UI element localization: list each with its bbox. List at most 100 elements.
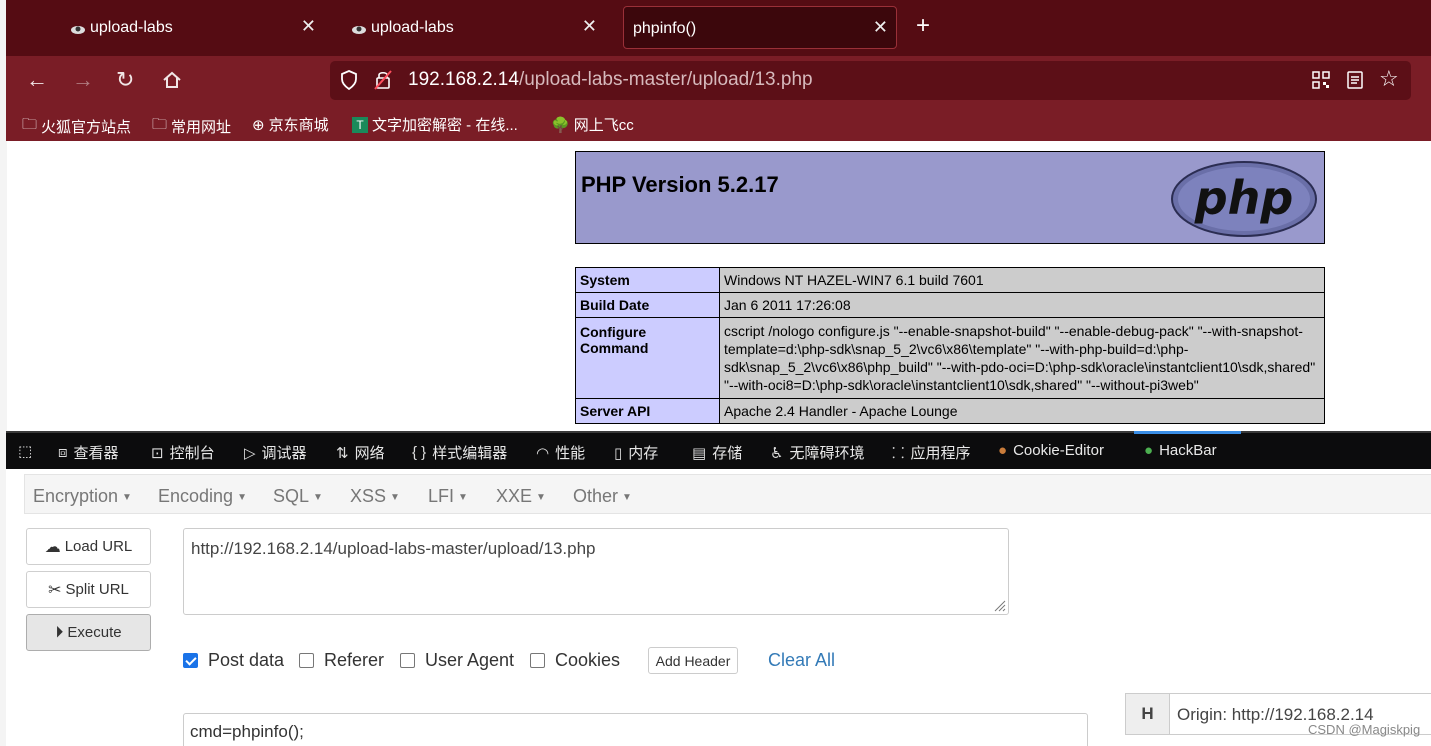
tab-phpinfo[interactable]: phpinfo() ✕ [623, 6, 897, 49]
table-key: Server API [575, 398, 720, 424]
caret-down-icon: ▼ [622, 491, 632, 503]
php-logo-text: php [1194, 171, 1294, 225]
url-bar[interactable]: 192.168.2.14/upload-labs-master/upload/1… [330, 61, 1411, 100]
braces-icon: { } [412, 444, 427, 461]
tab-label: 应用程序 [910, 445, 971, 462]
devtools-tab-application[interactable]: ⸬ 应用程序 [892, 442, 970, 463]
menu-label: Encryption [33, 486, 119, 506]
folder-icon: 🗀 [22, 116, 38, 133]
devtools-tab-memory[interactable]: ▯ 内存 [614, 442, 658, 463]
menu-encryption[interactable]: Encryption ▼ [33, 486, 132, 507]
devtools-tab-storage[interactable]: ▤ 存储 [692, 442, 742, 463]
reader-view-icon[interactable] [1347, 71, 1363, 89]
bookmark-text-encrypt[interactable]: T 文字加密解密 - 在线... [352, 114, 518, 135]
table-row: Server API Apache 2.4 Handler - Apache Lo… [575, 398, 1325, 424]
table-value: cscript /nologo configure.js "--enable-s… [719, 317, 1325, 399]
shield-icon[interactable] [340, 70, 358, 90]
scissors-icon: ✂ [48, 581, 62, 599]
url-path: /upload-labs-master/upload/13.php [518, 69, 813, 90]
debugger-icon: ▷ [244, 444, 256, 462]
tab-label: 无障碍环境 [789, 445, 865, 462]
split-url-button[interactable]: ✂ Split URL [26, 571, 151, 608]
tab-label: 控制台 [169, 445, 215, 462]
caret-down-icon: ▼ [458, 491, 468, 503]
tab-upload-labs-1[interactable]: upload-labs ✕ [62, 6, 324, 49]
bookmark-star-icon[interactable]: ☆ [1379, 66, 1399, 92]
checkbox-icon[interactable] [400, 653, 415, 668]
bookmark-firefox-official[interactable]: 🗀 火狐官方站点 [22, 114, 131, 139]
bookmark-common-sites[interactable]: 🗀 常用网址 [152, 114, 231, 139]
table-key: System [575, 267, 720, 293]
header-type-label: H [1125, 693, 1170, 735]
load-url-button[interactable]: ☁ Load URL [26, 528, 151, 565]
home-icon[interactable] [162, 70, 182, 90]
url-textarea[interactable]: http://192.168.2.14/upload-labs-master/u… [183, 528, 1009, 615]
menu-xxe[interactable]: XXE ▼ [496, 486, 546, 507]
post-data-textarea[interactable]: cmd=phpinfo(); [183, 713, 1088, 746]
checkbox-checked-icon[interactable] [183, 653, 198, 668]
gauge-icon: ◠ [536, 444, 550, 462]
table-value: Jan 6 2011 17:26:08 [719, 292, 1325, 318]
tab-label: 网络 [354, 445, 385, 462]
element-picker-icon[interactable]: ⬚ [18, 442, 32, 460]
devtools-tab-style-editor[interactable]: { } 样式编辑器 [412, 442, 507, 463]
devtools-tab-hackbar[interactable]: ● HackBar [1144, 442, 1217, 459]
reload-icon[interactable]: ↻ [116, 68, 134, 92]
bookmark-jd[interactable]: ⊕ 京东商城 [252, 114, 329, 135]
tab-close-icon[interactable]: ✕ [873, 17, 888, 38]
tab-label: 样式编辑器 [432, 445, 508, 462]
table-key: Build Date [575, 292, 720, 318]
menu-label: LFI [428, 486, 455, 506]
menu-encoding[interactable]: Encoding ▼ [158, 486, 247, 507]
qr-code-icon[interactable] [1312, 71, 1330, 89]
hackbar-icon: ● [1144, 442, 1154, 459]
menu-label: XXE [496, 486, 533, 506]
tab-favicon-icon [352, 26, 366, 34]
resize-handle-icon[interactable] [992, 598, 1006, 612]
clear-all-link[interactable]: Clear All [768, 650, 835, 671]
forward-arrow-icon[interactable]: → [72, 68, 94, 92]
watermark-text: CSDN @Magiskpig [1308, 722, 1421, 737]
globe-icon: ⊕ [252, 116, 265, 134]
menu-xss[interactable]: XSS ▼ [350, 486, 400, 507]
new-tab-plus-icon[interactable]: + [916, 12, 930, 40]
menu-lfi[interactable]: LFI ▼ [428, 486, 468, 507]
devtools-tab-inspector[interactable]: ⧈ 查看器 [58, 442, 119, 463]
back-arrow-icon[interactable]: ← [26, 68, 48, 92]
add-header-button[interactable]: Add Header [648, 647, 738, 674]
php-version-title: PHP Version 5.2.17 [581, 172, 779, 197]
checkbox-label: Post data [208, 650, 285, 670]
devtools-tab-cookie-editor[interactable]: ● Cookie-Editor [998, 442, 1104, 459]
post-data-checkbox[interactable]: Post data [183, 650, 284, 671]
bookmarks-bar: 🗀 火狐官方站点 🗀 常用网址 ⊕ 京东商城 T 文字加密解密 - 在线... 🌳 网上飞… [6, 106, 1431, 141]
checkbox-label: Referer [324, 650, 385, 670]
php-info-table: System Windows NT HAZEL-WIN7 6.1 build 76… [575, 267, 1325, 424]
devtools-tab-performance[interactable]: ◠ 性能 [536, 442, 585, 463]
bookmark-label: 网上飞cc [573, 117, 634, 134]
devtools-tab-debugger[interactable]: ▷ 调试器 [244, 442, 307, 463]
tab-upload-labs-2[interactable]: upload-labs ✕ [343, 6, 605, 49]
devtools-tab-console[interactable]: ⊡ 控制台 [151, 442, 215, 463]
checkbox-icon[interactable] [299, 653, 314, 668]
menu-other[interactable]: Other ▼ [573, 486, 632, 507]
memory-chip-icon: ▯ [614, 444, 623, 462]
tab-close-icon[interactable]: ✕ [582, 16, 597, 37]
table-row: System Windows NT HAZEL-WIN7 6.1 build 76… [575, 267, 1325, 293]
caret-down-icon: ▼ [390, 491, 400, 503]
cookies-checkbox[interactable]: Cookies [530, 650, 620, 671]
insecure-lock-icon[interactable] [374, 70, 392, 90]
devtools-tab-accessibility[interactable]: ♿ 无障碍环境 [770, 442, 864, 463]
referer-checkbox[interactable]: Referer [299, 650, 384, 671]
tab-label: 调试器 [261, 445, 307, 462]
tab-close-icon[interactable]: ✕ [301, 16, 316, 37]
user-agent-checkbox[interactable]: User Agent [400, 650, 514, 671]
devtools-toolbar: ⬚ ⧈ 查看器 ⊡ 控制台 ▷ 调试器 ⇅ 网络 { } 样式编辑器 ◠ 性能 ▯ 内存 ▤ 存… [6, 431, 1431, 469]
cloud-download-icon: ☁ [44, 538, 61, 556]
bookmark-wangshang[interactable]: 🌳 网上飞cc [551, 114, 634, 135]
checkbox-icon[interactable] [530, 653, 545, 668]
execute-button[interactable]: ⏵ Execute [26, 614, 151, 651]
tab-favicon-icon [71, 26, 85, 34]
url-text[interactable]: 192.168.2.14/upload-labs-master/upload/1… [408, 69, 813, 91]
devtools-tab-network[interactable]: ⇅ 网络 [336, 442, 385, 463]
menu-sql[interactable]: SQL ▼ [273, 486, 323, 507]
